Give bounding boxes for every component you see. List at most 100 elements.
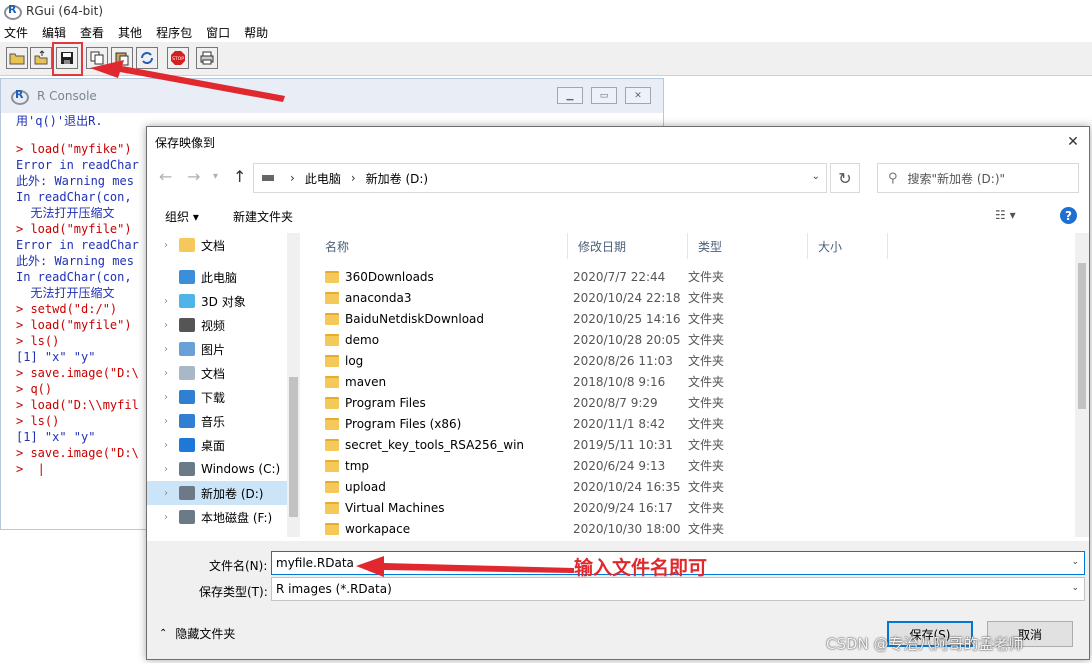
breadcrumb-this-pc[interactable]: 此电脑 [305, 170, 341, 187]
folder-icon [179, 238, 195, 252]
file-name-cell: Program Files (x86) [313, 417, 568, 431]
new-folder-button[interactable]: 新建文件夹 [233, 208, 293, 225]
file-row[interactable]: log 2020/8/26 11:03 文件夹 [313, 350, 1075, 371]
chevron-right-icon[interactable]: › [159, 296, 173, 307]
file-row[interactable]: upload 2020/10/24 16:35 文件夹 [313, 476, 1075, 497]
paste-button[interactable] [111, 47, 133, 69]
file-name-cell: maven [313, 375, 568, 389]
organize-button[interactable]: 组织 ▾ [165, 208, 199, 225]
file-date: 2020/8/26 11:03 [573, 353, 673, 368]
filetype-value: R images (*.RData) [276, 582, 392, 596]
file-row[interactable]: workapace 2020/10/30 18:00 文件夹 [313, 518, 1075, 537]
tree-item-label: 视频 [201, 318, 226, 333]
file-name: 360Downloads [345, 269, 434, 284]
breadcrumb-drive-d[interactable]: 新加卷 (D:) [366, 170, 428, 187]
chevron-right-icon[interactable]: › [159, 368, 173, 379]
file-date: 2020/11/1 8:42 [573, 416, 666, 431]
recent-chevron-icon[interactable]: ▾ [213, 171, 218, 182]
file-date: 2020/10/24 22:18 [573, 290, 681, 305]
column-name[interactable]: 名称 [313, 233, 568, 259]
menu-misc[interactable]: 其他 [118, 24, 142, 41]
file-list-scrollbar[interactable] [1075, 233, 1089, 537]
video-icon [179, 318, 195, 332]
file-row[interactable]: maven 2018/10/8 9:16 文件夹 [313, 371, 1075, 392]
tree-item[interactable]: › 新加卷 (D:) [147, 481, 287, 505]
filename-label: 文件名(N): [209, 559, 268, 573]
chevron-right-icon[interactable]: › [159, 440, 173, 451]
tree-item[interactable]: › 本地磁盘 (F:) [147, 505, 287, 529]
file-row[interactable]: Virtual Machines 2020/9/24 16:17 文件夹 [313, 497, 1075, 518]
chevron-right-icon[interactable]: › [159, 512, 173, 523]
tree-item[interactable]: › Windows (C:) [147, 457, 287, 481]
tree-item[interactable]: › 文档 [147, 233, 287, 257]
view-options-icon[interactable]: ☷ ▾ [995, 208, 1016, 222]
tree-item[interactable]: › 文档 [147, 361, 287, 385]
file-list[interactable]: 名称 修改日期 类型 大小 360Downloads 2020/7/7 22:44… [313, 233, 1075, 537]
tree-item[interactable]: › 下载 [147, 385, 287, 409]
file-row[interactable]: secret_key_tools_RSA256_win 2019/5/11 10:… [313, 434, 1075, 455]
hide-folders-toggle[interactable]: ⌃ 隐藏文件夹 [159, 625, 235, 642]
tree-item[interactable]: › 桌面 [147, 433, 287, 457]
chevron-right-icon[interactable]: › [159, 464, 173, 475]
chevron-right-icon[interactable]: › [159, 488, 173, 499]
file-row[interactable]: Program Files (x86) 2020/11/1 8:42 文件夹 [313, 413, 1075, 434]
column-size[interactable]: 大小 [808, 233, 888, 259]
stop-button[interactable]: STOP [167, 47, 189, 69]
file-row[interactable]: Program Files 2020/8/7 9:29 文件夹 [313, 392, 1075, 413]
menu-help[interactable]: 帮助 [244, 24, 268, 41]
address-dropdown-icon[interactable]: ⌄ [812, 171, 820, 182]
tree-scroll-thumb[interactable] [289, 377, 298, 517]
dialog-close-button[interactable]: ✕ [1063, 132, 1083, 152]
chevron-right-icon[interactable]: › [159, 240, 173, 251]
console-minimize-button[interactable]: ▁ [557, 87, 583, 104]
forward-arrow-icon[interactable]: → [187, 167, 200, 186]
search-box[interactable]: ⚲ 搜索"新加卷 (D:)" [877, 163, 1079, 193]
tree-item[interactable]: › 音乐 [147, 409, 287, 433]
menu-packages[interactable]: 程序包 [156, 24, 192, 41]
download-icon [179, 390, 195, 404]
file-list-scroll-thumb[interactable] [1078, 263, 1086, 409]
help-icon[interactable]: ? [1060, 207, 1077, 224]
r-console-icon [11, 88, 29, 105]
dialog-navbar: ← → ▾ ↑ › 此电脑 › 新加卷 (D:) ⌄ ↻ ⚲ 搜索"新加卷 (D… [147, 157, 1089, 197]
console-maximize-button[interactable]: ▭ [591, 87, 617, 104]
file-row[interactable]: anaconda3 2020/10/24 22:18 文件夹 [313, 287, 1075, 308]
menu-windows[interactable]: 窗口 [206, 24, 230, 41]
chevron-right-icon[interactable]: › [159, 416, 173, 427]
file-row[interactable]: 360Downloads 2020/7/7 22:44 文件夹 [313, 266, 1075, 287]
copy-button[interactable] [86, 47, 108, 69]
toolbar: STOP [0, 42, 1092, 76]
back-arrow-icon[interactable]: ← [159, 167, 172, 186]
menu-file[interactable]: 文件 [4, 24, 28, 41]
file-row[interactable]: BaiduNetdiskDownload 2020/10/25 14:16 文件夹 [313, 308, 1075, 329]
chevron-right-icon[interactable]: › [159, 392, 173, 403]
navigation-tree[interactable]: › 文档 此电脑 › 3D 对象 › 视频 › 图片 › 文档 › 下载 › 音乐 › 桌面 › Windows (… [147, 233, 300, 537]
menu-edit[interactable]: 编辑 [42, 24, 66, 41]
file-name: BaiduNetdiskDownload [345, 311, 485, 326]
load-workspace-button[interactable] [30, 47, 52, 69]
tree-item[interactable]: › 3D 对象 [147, 289, 287, 313]
folder-icon [325, 396, 339, 409]
paste-icon [115, 52, 129, 66]
tree-item[interactable]: 此电脑 [147, 265, 287, 289]
chevron-down-icon[interactable]: ⌄ [1071, 557, 1079, 567]
up-arrow-icon[interactable]: ↑ [233, 167, 246, 186]
filetype-select[interactable]: R images (*.RData) ⌄ [271, 577, 1085, 601]
console-close-button[interactable]: ✕ [625, 87, 651, 104]
tree-item[interactable]: › 视频 [147, 313, 287, 337]
file-row[interactable]: demo 2020/10/28 20:05 文件夹 [313, 329, 1075, 350]
chevron-down-icon[interactable]: ⌄ [1071, 583, 1079, 593]
open-script-button[interactable] [6, 47, 28, 69]
tree-scrollbar[interactable] [287, 233, 300, 537]
refresh-button[interactable]: ↻ [830, 163, 860, 193]
chevron-right-icon[interactable]: › [159, 344, 173, 355]
copy-paste-button[interactable] [136, 47, 158, 69]
column-date[interactable]: 修改日期 [568, 233, 688, 259]
file-row[interactable]: tmp 2020/6/24 9:13 文件夹 [313, 455, 1075, 476]
column-type[interactable]: 类型 [688, 233, 808, 259]
menu-view[interactable]: 查看 [80, 24, 104, 41]
print-button[interactable] [196, 47, 218, 69]
tree-item[interactable]: › 图片 [147, 337, 287, 361]
chevron-right-icon[interactable]: › [159, 320, 173, 331]
address-bar[interactable]: › 此电脑 › 新加卷 (D:) ⌄ [253, 163, 827, 193]
